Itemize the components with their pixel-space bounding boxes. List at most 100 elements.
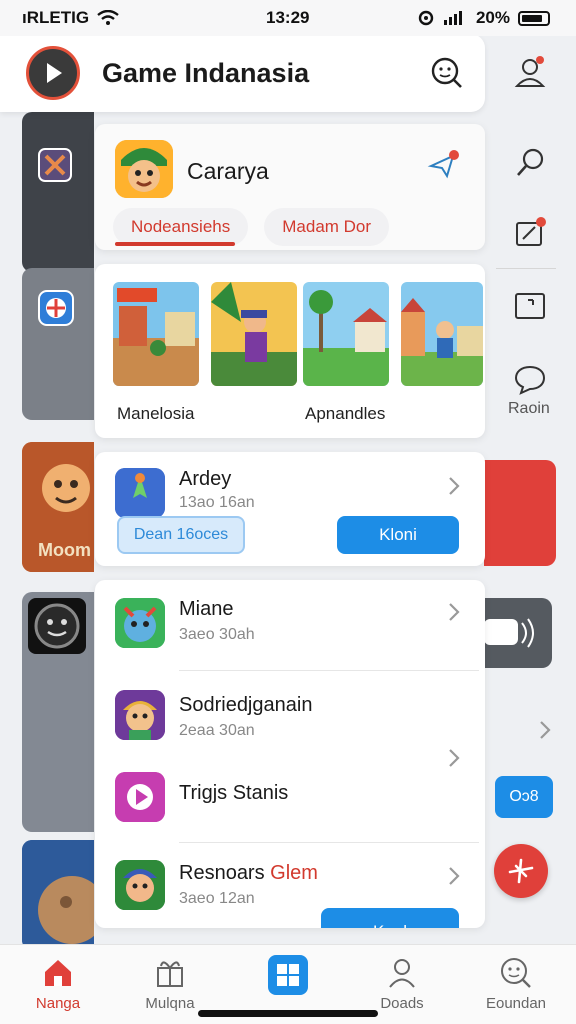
rail-chevron-icon[interactable] (538, 720, 552, 740)
left-card-dark[interactable] (22, 112, 94, 272)
rail-divider (496, 268, 556, 269)
home-indicator (198, 1010, 378, 1017)
list-item-subtitle: 3aeo 12an (179, 890, 255, 907)
nav-item-home[interactable]: Nanga (8, 955, 108, 1012)
adventurer-icon (115, 860, 165, 910)
rocket-icon (115, 468, 165, 518)
search-face-icon (431, 57, 462, 88)
fab-button[interactable] (494, 844, 548, 898)
planet-icon (22, 840, 94, 950)
nav-label: Nanga (35, 995, 81, 1012)
left-card-blue[interactable] (22, 840, 94, 950)
featured-game-icon[interactable] (115, 140, 173, 198)
list-panel-1: Ardey 13ao 16an Dean 16oces Kloni (95, 452, 485, 566)
rail-window-button[interactable] (512, 288, 548, 324)
chevron-right-icon[interactable] (447, 602, 461, 622)
scene-village-icon (113, 282, 199, 386)
scene-tropical-icon (303, 282, 389, 386)
creature-icon (115, 598, 165, 648)
list-item-subtitle: 2eaa 30an (179, 722, 255, 739)
list-item-title: Trigjs Stanis (179, 782, 289, 804)
gallery-thumb-3[interactable] (303, 282, 389, 386)
list-item-title: Ardey (179, 468, 232, 490)
rail-label: Raoin (508, 400, 550, 417)
ball-icon (38, 290, 74, 326)
tool-icon (38, 148, 72, 182)
list-item-title: Miane (179, 598, 234, 620)
carrier-text: ıRLETIG (22, 8, 90, 27)
hero-face-icon (115, 690, 165, 740)
rail-search-button[interactable] (512, 145, 548, 181)
nav-item-mulqna[interactable]: Mulqna (120, 955, 220, 1012)
chevron-right-icon[interactable] (447, 866, 461, 886)
row-divider (179, 670, 479, 671)
tab-madam-dor[interactable]: Madam Dor (264, 208, 390, 246)
status-bar: ıRLETIG 13:29 20% (0, 0, 576, 36)
edit-box-icon (516, 217, 546, 246)
user-icon (514, 56, 546, 87)
search-icon (517, 148, 544, 176)
primary-action-button[interactable]: Kloni (337, 516, 459, 554)
app-title: Game Indanasia (102, 58, 310, 88)
list-item-icon[interactable] (115, 772, 165, 822)
left-card-game[interactable]: Moom (22, 442, 94, 572)
nav-label: Eoundan (485, 995, 547, 1012)
profile-button[interactable] (512, 54, 548, 90)
gift-icon (152, 955, 188, 991)
nav-item-doads[interactable]: Doads (352, 955, 452, 1012)
rail-red-card[interactable] (484, 460, 556, 566)
smile-face-icon (34, 603, 80, 649)
chat-bubble-icon (514, 365, 546, 395)
search-button[interactable] (428, 54, 466, 92)
row-divider (179, 842, 479, 843)
tab-nodeansiehs[interactable]: Nodeansiehs (113, 208, 249, 246)
battery-percent: 20% (475, 8, 510, 27)
list-item-title: Sodriedjganain (179, 694, 313, 716)
gallery-thumb-2[interactable] (211, 282, 297, 386)
list-item-icon[interactable] (115, 860, 165, 910)
window-icon (515, 293, 545, 319)
rail-edit-button[interactable] (512, 214, 548, 250)
nav-item-eoundan[interactable]: Eoundan (466, 955, 566, 1012)
primary-action-button[interactable]: Kool (321, 908, 459, 928)
chevron-right-icon[interactable] (447, 476, 461, 496)
gallery-panel: Manelosia Apnandles (95, 264, 485, 438)
share-icon (427, 150, 459, 179)
rail-chat-button[interactable] (512, 362, 548, 398)
clock: 13:29 (266, 8, 310, 27)
grid-icon (268, 955, 308, 995)
sound-icon (484, 618, 534, 648)
gallery-thumb-4[interactable] (401, 282, 483, 386)
left-card-grey[interactable] (22, 268, 94, 420)
scene-street-icon (401, 282, 483, 386)
battery-icon (518, 10, 550, 26)
list-item-title-main: Resnoars (179, 862, 265, 884)
list-item-icon[interactable] (115, 598, 165, 648)
featured-game-name: Cararya (187, 158, 269, 184)
list-item-icon[interactable] (115, 690, 165, 740)
app-logo-icon[interactable] (26, 46, 80, 100)
left-card-dark-2[interactable] (22, 592, 94, 832)
game-character-icon (115, 140, 173, 198)
gallery-thumb-1[interactable] (113, 282, 199, 386)
left-card-label: Moom (38, 540, 91, 560)
wifi-icon (97, 10, 119, 25)
list-item-icon[interactable] (115, 468, 165, 518)
chevron-right-icon[interactable] (447, 748, 461, 768)
list-panel-2: Miane 3aeo 30ah Sodriedjganain 2eaa 30an… (95, 580, 485, 928)
secondary-action-button[interactable]: Dean 16oces (117, 516, 245, 554)
gallery-caption-left: Manelosia (117, 404, 195, 423)
face-search-icon (498, 955, 534, 991)
list-item-subtitle: 3aeo 30ah (179, 626, 255, 643)
featured-panel: Cararya Nodeansiehs Madam Dor (95, 124, 485, 250)
person-icon (384, 955, 420, 991)
gallery-caption-right: Apnandles (305, 404, 386, 423)
rail-small-button[interactable]: Oɔ8 (495, 776, 553, 818)
scene-hero-icon (211, 282, 297, 386)
nav-item-grid[interactable] (238, 955, 338, 999)
featured-tabs: Nodeansiehs Madam Dor (113, 208, 390, 246)
featured-share-button[interactable] (427, 148, 461, 182)
alarm-icon (418, 10, 434, 26)
rail-grey-card[interactable] (484, 598, 552, 668)
active-tab-underline (115, 242, 235, 246)
